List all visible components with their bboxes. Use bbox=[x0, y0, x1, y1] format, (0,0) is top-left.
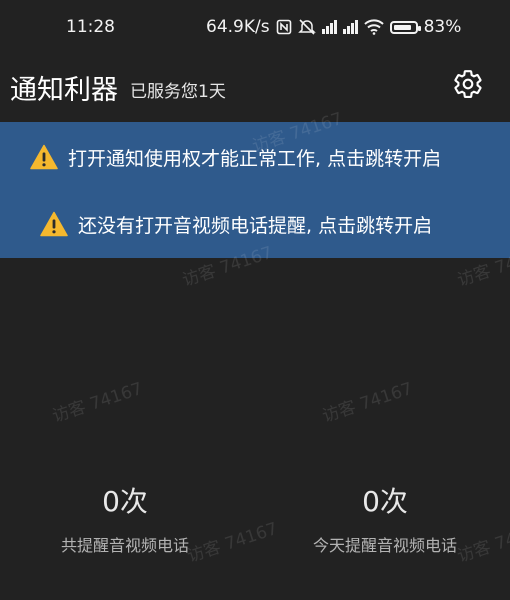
nfc-icon bbox=[276, 19, 292, 35]
today-reminders-label: 今天提醒音视频电话 bbox=[312, 536, 457, 555]
total-reminders-label: 共提醒音视频电话 bbox=[60, 536, 189, 555]
settings-button[interactable] bbox=[452, 68, 484, 100]
total-reminders-stat: 0次 共提醒音视频电话 bbox=[5, 484, 245, 556]
net-speed: 64.9K/s bbox=[206, 17, 270, 37]
wifi-icon bbox=[363, 19, 384, 35]
page-title: 通知利器 bbox=[10, 75, 118, 106]
status-icons: 64.9K/s 83% bbox=[206, 17, 461, 37]
total-reminders-count: 0次 bbox=[102, 485, 148, 518]
warning-banner: 打开通知使用权才能正常工作, 点击跳转开启 还没有打开音视频电话提醒, 点击跳转… bbox=[0, 122, 510, 258]
alert-text: 还没有打开音视频电话提醒, 点击跳转开启 bbox=[78, 214, 433, 237]
status-time: 11:28 bbox=[66, 17, 115, 37]
hd-signal-icon bbox=[321, 20, 337, 34]
battery-percent: 83% bbox=[423, 17, 462, 37]
call-reminder-alert[interactable]: 还没有打开音视频电话提醒, 点击跳转开启 bbox=[0, 204, 510, 244]
warning-icon bbox=[30, 144, 58, 170]
today-reminders-stat: 0次 今天提醒音视频电话 bbox=[265, 484, 505, 556]
alert-text: 打开通知使用权才能正常工作, 点击跳转开启 bbox=[68, 147, 442, 170]
service-days: 已服务您1天 bbox=[130, 82, 226, 102]
app-header: 通知利器 已服务您1天 bbox=[0, 56, 510, 120]
notification-permission-alert[interactable]: 打开通知使用权才能正常工作, 点击跳转开启 bbox=[0, 137, 510, 177]
gear-icon bbox=[454, 70, 482, 98]
watermark: 访客 74167 bbox=[49, 378, 146, 427]
battery-icon bbox=[389, 20, 421, 34]
hd-signal-icon bbox=[342, 20, 358, 34]
today-reminders-count: 0次 bbox=[362, 485, 408, 518]
mute-icon bbox=[297, 19, 316, 35]
warning-icon bbox=[40, 211, 68, 237]
status-bar: 11:28 64.9K/s 83% bbox=[0, 0, 510, 56]
watermark: 访客 74167 bbox=[319, 378, 416, 427]
